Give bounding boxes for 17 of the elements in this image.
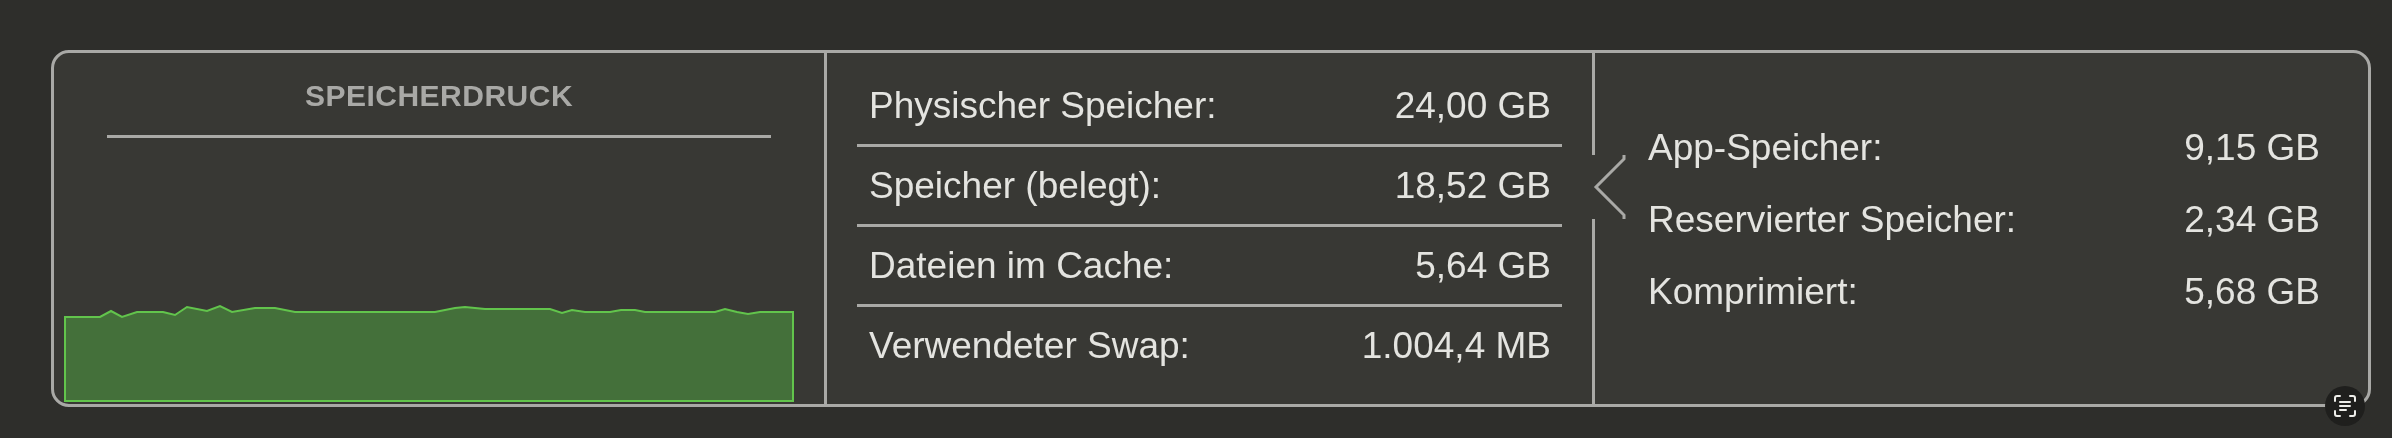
memory-value: 24,00 GB — [1394, 84, 1551, 127]
memory-value: 18,52 GB — [1394, 164, 1551, 207]
memory-label: Speicher (belegt): — [869, 164, 1162, 207]
memory-value: 1.004,4 MB — [1361, 324, 1551, 367]
breakdown-value: 9,15 GB — [2184, 127, 2320, 169]
memory-label: Physischer Speicher: — [869, 84, 1217, 127]
memory-label: Verwendeter Swap: — [869, 324, 1190, 367]
memory-label: Dateien im Cache: — [869, 244, 1174, 287]
breakdown-value: 5,68 GB — [2184, 271, 2320, 313]
breakdown-label: Reservierter Speicher: — [1648, 199, 2017, 241]
breakdown-label: Komprimiert: — [1648, 271, 1858, 313]
text-scan-button[interactable] — [2325, 386, 2365, 426]
breakdown-value: 2,34 GB — [2184, 199, 2320, 241]
breakdown-label: App-Speicher: — [1648, 127, 1883, 169]
text-scan-icon — [2333, 394, 2357, 418]
pressure-title: SPEICHERDRUCK — [304, 79, 574, 113]
memory-value: 5,64 GB — [1415, 244, 1551, 287]
